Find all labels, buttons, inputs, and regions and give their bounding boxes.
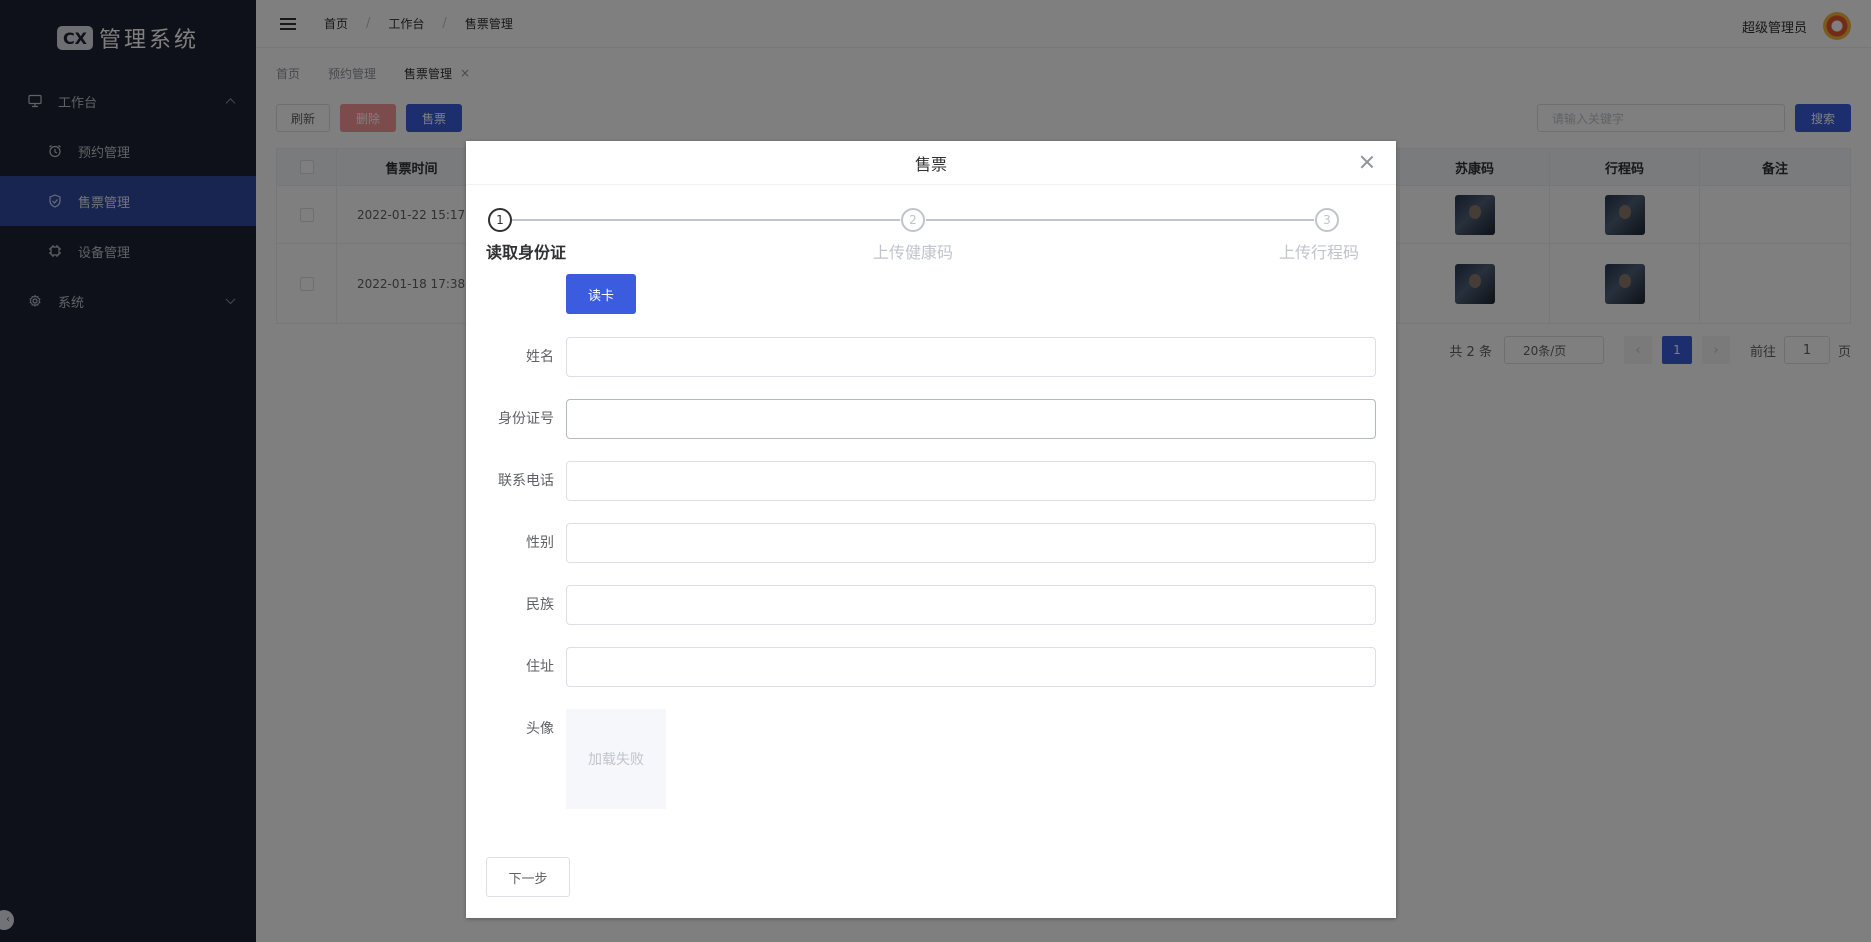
ethnicity-label: 民族 bbox=[526, 597, 554, 613]
step-title-1: 读取身份证 bbox=[486, 243, 567, 262]
address-label: 住址 bbox=[526, 659, 554, 675]
steps: 1 2 3 读取身份证 上传健康码 上传行程码 bbox=[486, 206, 1376, 266]
step-connector bbox=[512, 219, 900, 221]
address-field[interactable] bbox=[566, 647, 1376, 687]
name-label: 姓名 bbox=[526, 349, 554, 365]
form-row-ethnicity: 民族 bbox=[466, 585, 1396, 625]
form-row-id: 身份证号 bbox=[466, 399, 1396, 439]
sell-ticket-dialog: 售票 1 2 3 读取身份证 上传健康码 上传行程码 读卡 姓名 身份证号 联系… bbox=[466, 141, 1396, 918]
form-row-address: 住址 bbox=[466, 647, 1396, 687]
step-connector bbox=[926, 219, 1314, 221]
gender-label: 性别 bbox=[526, 535, 554, 551]
photo-label: 头像 bbox=[526, 721, 554, 737]
step-title-3: 上传行程码 bbox=[1279, 243, 1360, 262]
photo-placeholder: 加载失败 bbox=[566, 709, 666, 809]
form-row-phone: 联系电话 bbox=[466, 461, 1396, 501]
step-icon-1: 1 bbox=[488, 208, 512, 232]
gender-field[interactable] bbox=[566, 523, 1376, 563]
next-step-button[interactable]: 下一步 bbox=[486, 857, 570, 897]
dialog-header: 售票 bbox=[466, 141, 1396, 185]
ethnicity-field[interactable] bbox=[566, 585, 1376, 625]
step-icon-3: 3 bbox=[1315, 208, 1339, 232]
phone-label: 联系电话 bbox=[498, 473, 554, 489]
dialog-title: 售票 bbox=[914, 154, 947, 174]
form-row-gender: 性别 bbox=[466, 523, 1396, 563]
id-number-label: 身份证号 bbox=[498, 411, 554, 427]
name-field[interactable] bbox=[566, 337, 1376, 377]
close-icon[interactable] bbox=[1358, 153, 1376, 171]
phone-field[interactable] bbox=[566, 461, 1376, 501]
step-icon-2: 2 bbox=[901, 208, 925, 232]
read-card-button[interactable]: 读卡 bbox=[566, 274, 636, 314]
form-row-name: 姓名 bbox=[466, 337, 1396, 377]
step-title-2: 上传健康码 bbox=[873, 243, 954, 262]
id-number-field[interactable] bbox=[566, 399, 1376, 439]
